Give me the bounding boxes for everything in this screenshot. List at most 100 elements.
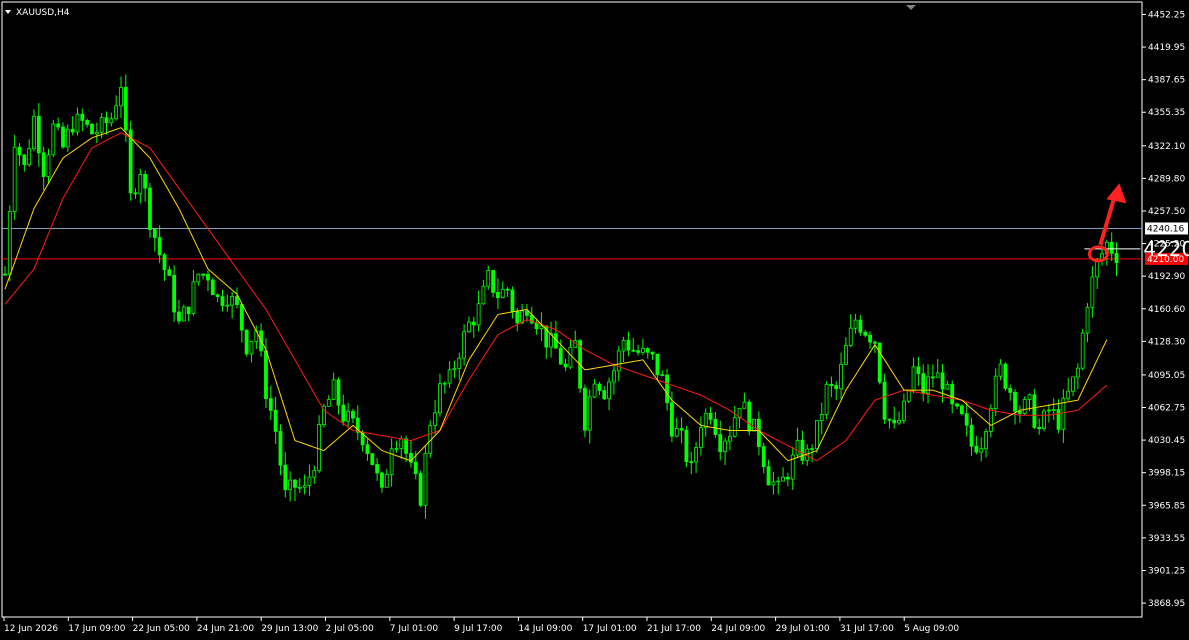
candle xyxy=(819,402,824,435)
candle xyxy=(273,396,278,444)
candle-body xyxy=(621,340,626,352)
candle-body xyxy=(819,413,824,421)
candle-body xyxy=(75,113,80,133)
candle-body xyxy=(157,237,162,256)
candle-body xyxy=(85,120,90,125)
candle xyxy=(848,314,853,348)
candle-body xyxy=(293,479,297,488)
arrow-up-icon xyxy=(1098,183,1127,246)
candle xyxy=(119,76,123,118)
candle-body xyxy=(766,466,771,486)
candle xyxy=(442,381,447,394)
candle-body xyxy=(969,424,974,447)
candle xyxy=(302,474,307,495)
candle-body xyxy=(384,474,389,488)
x-tick-label: 9 Jul 17:00 xyxy=(454,624,503,634)
candle-body xyxy=(631,349,636,352)
chevron-down-icon[interactable] xyxy=(5,10,11,14)
candle xyxy=(790,446,795,490)
candle-body xyxy=(824,383,829,415)
candle-body xyxy=(843,345,848,365)
candle xyxy=(1095,257,1100,290)
arrow-shaft xyxy=(1098,196,1117,246)
candle xyxy=(80,108,85,132)
ma-slow-line xyxy=(4,132,1108,462)
candle xyxy=(104,111,109,135)
candle-body xyxy=(757,418,761,448)
candle-body xyxy=(249,341,254,355)
candle xyxy=(718,420,723,461)
candle-body xyxy=(602,390,607,400)
price-axis[interactable]: 4452.25 4419.95 4387.65 4355.35 4322.10 4289.… xyxy=(1142,10,1188,609)
chart-canvas[interactable]: 4452.25 4419.95 4387.65 4355.35 4322.10 4289.… xyxy=(0,0,1189,640)
candle xyxy=(138,168,143,204)
candle-body xyxy=(138,174,143,195)
candle-body xyxy=(1109,241,1114,254)
candle-body xyxy=(988,408,993,432)
candle xyxy=(486,265,491,290)
candle xyxy=(215,293,220,303)
candle xyxy=(500,281,505,299)
candle-body xyxy=(486,270,491,287)
candle-body xyxy=(728,435,732,442)
candle-body xyxy=(46,154,51,177)
candle-body xyxy=(1075,367,1080,378)
y-tick-label: 3998.15 xyxy=(1148,469,1185,479)
candle xyxy=(877,342,882,385)
candle xyxy=(162,253,167,281)
candle xyxy=(201,273,206,280)
candle-body xyxy=(467,321,471,333)
candle-body xyxy=(670,402,674,437)
candle-body xyxy=(853,319,858,329)
candle xyxy=(699,416,703,456)
symbol-header[interactable]: XAUUSD,H4 xyxy=(5,8,70,18)
candle xyxy=(491,269,496,298)
candle-body xyxy=(244,329,249,355)
candle xyxy=(85,118,90,128)
candle xyxy=(61,122,65,150)
candle-body xyxy=(438,383,442,414)
candle xyxy=(573,330,578,348)
candle-body xyxy=(940,372,945,390)
candle xyxy=(1114,242,1119,276)
candle xyxy=(471,316,476,338)
candle xyxy=(1022,396,1027,416)
candle xyxy=(225,294,230,312)
candle xyxy=(12,134,17,220)
candle-body xyxy=(273,409,278,432)
candle-body xyxy=(1066,390,1071,399)
candle-body xyxy=(897,419,901,424)
candle xyxy=(602,385,607,401)
candle-body xyxy=(800,439,805,461)
time-axis[interactable]: 12 Jun 2026 17 Jun 09:00 22 Jun 05:00 24 Ju… xyxy=(3,617,959,634)
candle-body xyxy=(834,385,839,390)
candle-body xyxy=(525,310,529,316)
candle xyxy=(51,119,56,158)
candle xyxy=(636,344,640,356)
candle xyxy=(220,289,225,312)
candle-body xyxy=(877,342,882,383)
candle xyxy=(438,373,442,417)
candle-body xyxy=(694,447,698,463)
candle-body xyxy=(674,428,679,437)
candle xyxy=(829,376,834,398)
candle-body xyxy=(70,128,75,133)
candle xyxy=(761,443,766,474)
candle-body xyxy=(703,412,708,429)
candle xyxy=(341,394,346,426)
candle-body xyxy=(1027,394,1032,400)
candle xyxy=(626,331,631,357)
y-tick-label: 3901.25 xyxy=(1148,566,1185,576)
candle xyxy=(157,225,162,264)
candle xyxy=(27,139,32,167)
candle-body xyxy=(148,187,152,230)
candle-body xyxy=(404,438,409,454)
candle-body xyxy=(1046,409,1051,412)
ask-price-tag: 4240.16 xyxy=(1145,222,1188,235)
candle xyxy=(839,352,843,400)
candle-body xyxy=(945,384,950,390)
candle-body xyxy=(665,374,669,404)
annotation-group: 4220 xyxy=(1084,183,1189,263)
candle-body xyxy=(848,327,853,346)
shift-marker-icon[interactable] xyxy=(906,5,916,10)
